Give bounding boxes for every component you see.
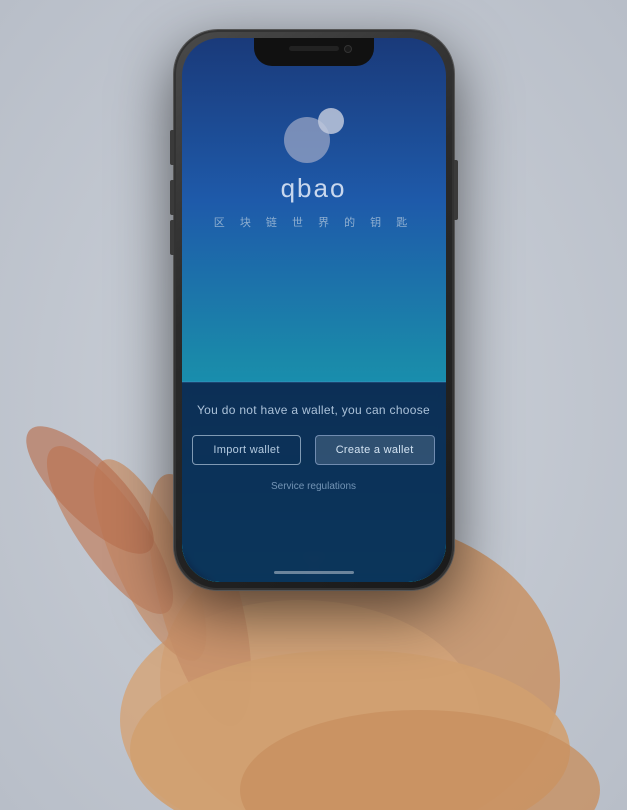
screen-content: qbao 区 块 链 世 界 的 钥 匙 You do not have a w… [182, 38, 446, 582]
service-regulations-link[interactable]: Service regulations [271, 481, 356, 492]
bottom-panel: You do not have a wallet, you can choose… [182, 382, 446, 582]
scene: qbao 区 块 链 世 界 的 钥 匙 You do not have a w… [0, 0, 627, 810]
speaker-grille [289, 46, 339, 51]
phone-notch [254, 38, 374, 66]
logo-small-circle [318, 108, 344, 134]
app-name: qbao [281, 173, 347, 204]
action-buttons: Import wallet Create a wallet [192, 435, 434, 465]
import-wallet-button[interactable]: Import wallet [192, 435, 300, 465]
home-indicator [274, 571, 354, 574]
phone-screen: qbao 区 块 链 世 界 的 钥 匙 You do not have a w… [182, 38, 446, 582]
phone-device: qbao 区 块 链 世 界 的 钥 匙 You do not have a w… [174, 30, 454, 590]
front-camera [344, 45, 352, 53]
create-wallet-button[interactable]: Create a wallet [315, 435, 435, 465]
app-subtitle: 区 块 链 世 界 的 钥 匙 [214, 214, 413, 230]
app-logo-icon [284, 108, 344, 163]
wallet-prompt-text: You do not have a wallet, you can choose [197, 403, 430, 417]
